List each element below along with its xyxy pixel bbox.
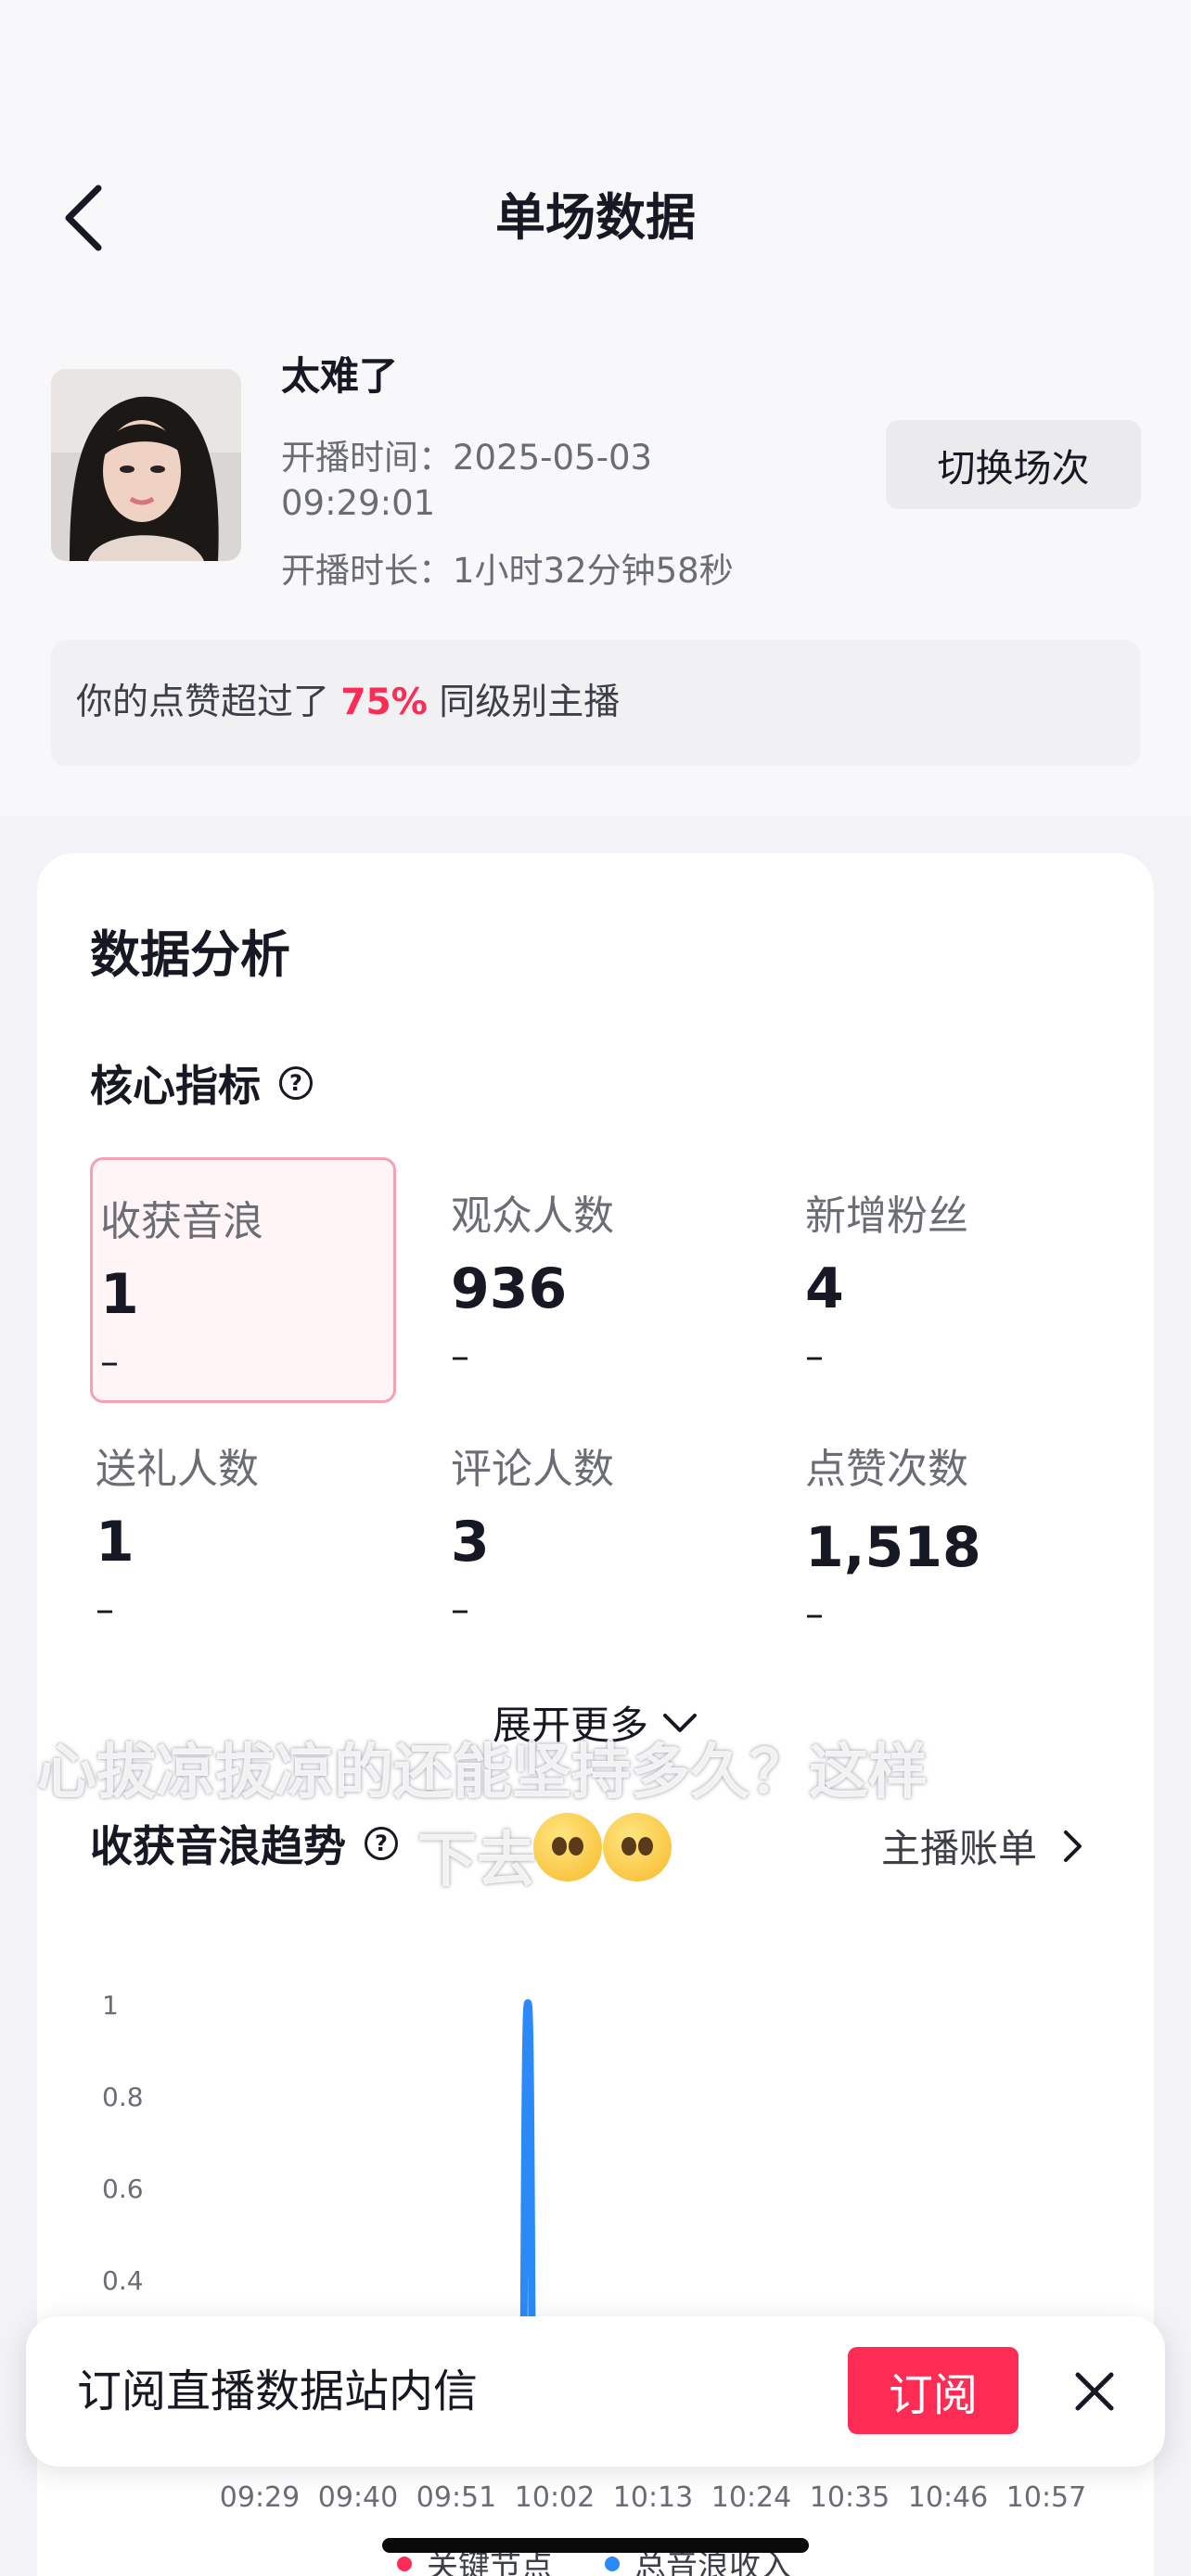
duration-value: 1小时32分钟58秒 [453,551,734,591]
metric-tile-viewers[interactable]: 观众人数 936 – [443,1154,749,1400]
start-time-label: 开播时间： [281,438,453,478]
trend-title: 收获音浪趋势 ? [90,1813,398,1874]
streamer-name: 太难了 [281,353,399,399]
metric-label: 观众人数 [451,1192,614,1240]
overlay-caption-line2: 下去 [417,1827,536,1895]
metric-value: 936 [451,1256,568,1321]
analysis-title: 数据分析 [90,925,290,984]
metric-tile-new-fans[interactable]: 新增粉丝 4 – [798,1154,1104,1400]
help-icon[interactable]: ? [365,1827,398,1860]
start-time-date: 2025-05-03 [453,438,653,478]
x-tick-label: 09:40 [318,2481,398,2514]
metric-label: 收获音浪 [100,1198,263,1245]
duration-label: 开播时长： [281,551,453,591]
subscribe-button[interactable]: 订阅 [848,2347,1018,2434]
x-tick-label: 10:02 [515,2481,595,2514]
pleading-face-emoji-icon [603,1813,672,1881]
core-metrics-title: 核心指标 ? [90,1052,313,1114]
trend-title-label: 收获音浪趋势 [90,1821,346,1871]
metric-delta: – [451,1588,469,1631]
metric-label: 送礼人数 [96,1446,259,1493]
x-tick-label: 10:13 [613,2481,693,2514]
x-tick-label: 09:51 [416,2481,496,2514]
metric-delta: – [100,1341,119,1384]
x-tick-label: 10:46 [908,2481,988,2514]
x-tick-label: 10:35 [810,2481,890,2514]
pleading-face-emoji-icon [533,1813,602,1881]
compare-percent: 75% [340,682,428,723]
switch-session-button[interactable]: 切换场次 [886,420,1141,509]
metric-delta: – [805,1593,824,1636]
close-icon [1075,2372,1114,2411]
close-button[interactable] [1065,2362,1124,2421]
page-title: 单场数据 [495,188,696,247]
metric-delta: – [451,1335,469,1378]
home-indicator [382,2538,809,2553]
x-tick-label: 09:29 [220,2481,300,2514]
metric-tile-gifters[interactable]: 送礼人数 1 – [88,1408,394,1653]
help-icon[interactable]: ? [279,1066,313,1100]
metric-label: 点赞次数 [805,1446,968,1493]
compare-prefix: 你的点赞超过了 [76,682,330,723]
metric-value: 1,518 [805,1515,981,1580]
metric-delta: – [805,1335,824,1378]
legend-dot [397,2556,412,2571]
duration-line: 开播时长：1小时32分钟58秒 [281,542,734,593]
legend-dot [605,2556,620,2571]
avatar [51,369,241,561]
anchor-bill-link[interactable]: 主播账单 [881,1817,1085,1874]
chevron-right-icon [1064,1830,1082,1862]
metric-tile-commenters[interactable]: 评论人数 3 – [443,1408,749,1653]
metric-delta: – [96,1588,114,1631]
overlay-caption-line1: 心拔凉拔凉的还能坚持多久？这样 [37,1739,928,1807]
metric-tile-likes[interactable]: 点赞次数 1,518 – [798,1408,1104,1653]
y-tick-label: 0.4 [102,2265,144,2296]
anchor-bill-label: 主播账单 [881,1826,1038,1871]
metric-value: 4 [805,1256,844,1321]
core-metrics-label: 核心指标 [90,1061,261,1111]
x-tick-label: 10:57 [1006,2481,1086,2514]
metric-label: 新增粉丝 [805,1192,968,1240]
start-time-line: 开播时间：2025-05-03 [281,429,652,479]
y-tick-label: 1 [102,1990,119,2021]
y-tick-label: 0.6 [102,2174,144,2204]
subscribe-text: 订阅直播数据站内信 [77,2366,479,2417]
y-tick-label: 0.8 [102,2082,144,2112]
compare-suffix: 同级别主播 [439,682,621,723]
metric-tile-income[interactable]: 收获音浪 1 – [90,1157,396,1403]
start-time-clock: 09:29:01 [281,483,436,523]
metric-value: 1 [96,1510,134,1575]
subscribe-banner: 订阅直播数据站内信 订阅 [26,2316,1165,2467]
metric-label: 评论人数 [451,1446,614,1493]
metric-value: 1 [100,1262,139,1327]
x-tick-label: 10:24 [711,2481,791,2514]
compare-banner: 你的点赞超过了 75% 同级别主播 [51,640,1140,766]
metric-value: 3 [451,1510,490,1575]
